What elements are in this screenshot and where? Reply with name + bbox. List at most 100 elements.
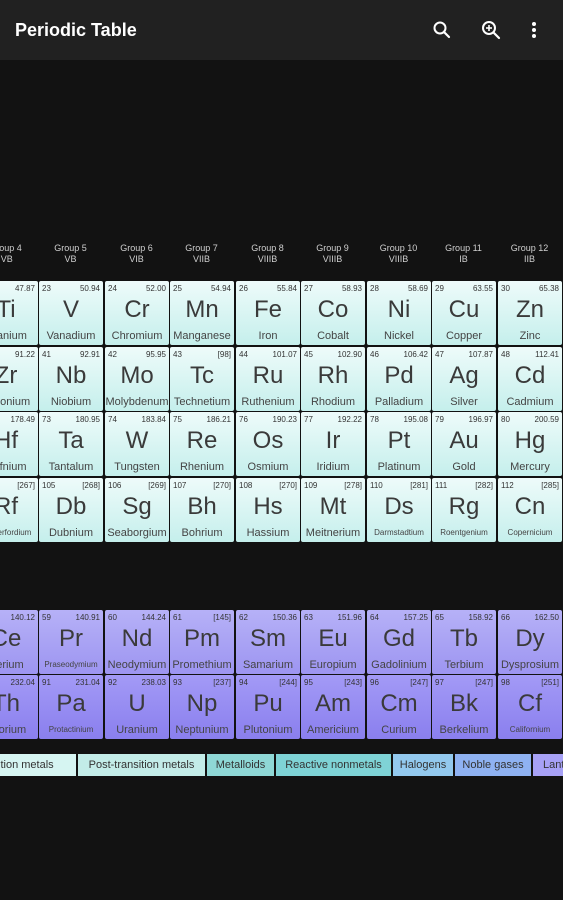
element-mass: [268] — [82, 481, 100, 490]
element-cell[interactable]: 63 151.96 Eu Europium — [301, 610, 365, 674]
element-cell[interactable]: 74 183.84 W Tungsten — [105, 412, 169, 476]
element-cell[interactable]: 94 [244] Pu Plutonium — [236, 675, 300, 739]
element-cell[interactable]: 66 162.50 Dy Dysprosium — [498, 610, 562, 674]
element-cell[interactable]: 41 92.91 Nb Niobium — [39, 347, 103, 411]
element-cell[interactable]: 73 180.95 Ta Tantalum — [39, 412, 103, 476]
element-mass: [278] — [344, 481, 362, 490]
element-cell[interactable]: 75 186.21 Re Rhenium — [170, 412, 234, 476]
element-cell[interactable]: 44 101.07 Ru Ruthenium — [236, 347, 300, 411]
element-mass: 47.87 — [14, 284, 35, 293]
element-name: Berkelium — [439, 724, 489, 736]
element-cell[interactable]: 23 50.94 V Vanadium — [39, 281, 103, 345]
element-cell[interactable]: 93 [237] Np Neptunium — [170, 675, 234, 739]
element-cell[interactable]: 106 [269] Sg Seaborgium — [105, 478, 169, 542]
element-name: Dubnium — [48, 527, 94, 539]
element-cell[interactable]: 42 95.95 Mo Molybdenum — [105, 347, 169, 411]
element-cell[interactable]: 46 106.42 Pd Palladium — [367, 347, 431, 411]
element-cell[interactable]: 105 [268] Db Dubnium — [39, 478, 103, 542]
element-cell[interactable]: 90232.04ThThorium — [0, 675, 38, 739]
zoom-in-icon[interactable] — [479, 18, 503, 42]
element-name: Copper — [445, 330, 483, 342]
element-cell[interactable]: 72178.49HfHafnium — [0, 412, 38, 476]
element-cell[interactable]: 27 58.93 Co Cobalt — [301, 281, 365, 345]
legend-item[interactable]: Lanthanides — [533, 754, 563, 776]
element-cell[interactable]: 112 [285] Cn Copernicium — [498, 478, 562, 542]
element-cell[interactable]: 98 [251] Cf Californium — [498, 675, 562, 739]
element-cell[interactable]: 30 65.38 Zn Zinc — [498, 281, 562, 345]
element-cell[interactable]: 62 150.36 Sm Samarium — [236, 610, 300, 674]
element-cell[interactable]: 25 54.94 Mn Manganese — [170, 281, 234, 345]
element-cell[interactable]: 108 [270] Hs Hassium — [236, 478, 300, 542]
element-cell[interactable]: 47 107.87 Ag Silver — [432, 347, 496, 411]
legend-item[interactable]: Reactive nonmetals — [276, 754, 391, 776]
element-cell[interactable]: 45 102.90 Rh Rhodium — [301, 347, 365, 411]
element-name: Bohrium — [181, 527, 223, 539]
element-cell[interactable]: 2247.87TiTitanium — [0, 281, 38, 345]
element-cell[interactable]: 28 58.69 Ni Nickel — [367, 281, 431, 345]
element-cell[interactable]: 111 [282] Rg Roentgenium — [432, 478, 496, 542]
element-mass: 107.87 — [468, 350, 493, 359]
element-symbol: Hf — [0, 427, 18, 454]
element-cell[interactable]: 4091.22ZrZirconium — [0, 347, 38, 411]
periodic-table-view[interactable]: Group 4IVBGroup 5VBGroup 6VIBGroup 7VIIB… — [0, 60, 563, 900]
legend-item[interactable]: Metalloids — [207, 754, 274, 776]
legend-item[interactable]: Halogens — [393, 754, 453, 776]
element-symbol: Zr — [0, 362, 18, 389]
element-symbol: Pu — [253, 690, 283, 717]
element-mass: [270] — [213, 481, 231, 490]
element-mass: 102.90 — [337, 350, 362, 359]
element-number: 95 — [304, 678, 313, 687]
element-cell[interactable]: 76 190.23 Os Osmium — [236, 412, 300, 476]
element-cell[interactable]: 91 231.04 Pa Protactinium — [39, 675, 103, 739]
element-mass: 178.49 — [10, 415, 35, 424]
element-mass: 52.00 — [145, 284, 166, 293]
element-cell[interactable]: 92 238.03 U Uranium — [105, 675, 169, 739]
element-cell[interactable]: 29 63.55 Cu Copper — [432, 281, 496, 345]
element-symbol: Cd — [514, 362, 546, 389]
legend-item[interactable]: Post-transition metals — [78, 754, 205, 776]
element-cell[interactable]: 80 200.59 Hg Mercury — [498, 412, 562, 476]
element-name: Osmium — [247, 461, 289, 473]
element-symbol: Th — [0, 690, 20, 717]
element-cell[interactable]: 104[267]RfRutherfordium — [0, 478, 38, 542]
element-cell[interactable]: 58140.12CeCerium — [0, 610, 38, 674]
element-cell[interactable]: 48 112.41 Cd Cadmium — [498, 347, 562, 411]
element-number: 59 — [42, 613, 51, 622]
element-name: Chromium — [111, 330, 163, 342]
group-subname: VIIIB — [322, 254, 343, 264]
legend-item[interactable]: Noble gases — [455, 754, 531, 776]
legend-item[interactable]: Transition metals — [0, 754, 76, 776]
element-cell[interactable]: 59 140.91 Pr Praseodymium — [39, 610, 103, 674]
element-mass: [243] — [344, 678, 362, 687]
element-cell[interactable]: 109 [278] Mt Meitnerium — [301, 478, 365, 542]
element-cell[interactable]: 107 [270] Bh Bohrium — [170, 478, 234, 542]
element-symbol: Co — [317, 296, 349, 323]
element-symbol: Fe — [253, 296, 282, 323]
element-mass: [251] — [541, 678, 559, 687]
group-header: Group 4IVB — [0, 243, 38, 265]
element-cell[interactable]: 24 52.00 Cr Chromium — [105, 281, 169, 345]
element-cell[interactable]: 60 144.24 Nd Neodymium — [105, 610, 169, 674]
element-symbol: Cf — [518, 690, 542, 717]
element-cell[interactable]: 43 [98] Tc Technetium — [170, 347, 234, 411]
element-cell[interactable]: 96 [247] Cm Curium — [367, 675, 431, 739]
element-symbol: Rg — [448, 493, 480, 520]
element-cell[interactable]: 77 192.22 Ir Iridium — [301, 412, 365, 476]
element-cell[interactable]: 79 196.97 Au Gold — [432, 412, 496, 476]
search-icon[interactable] — [430, 18, 454, 42]
element-cell[interactable]: 65 158.92 Tb Terbium — [432, 610, 496, 674]
element-cell[interactable]: 61 [145] Pm Promethium — [170, 610, 234, 674]
element-symbol: Mn — [185, 296, 219, 323]
element-mass: 238.03 — [141, 678, 166, 687]
more-vert-icon[interactable] — [522, 18, 546, 42]
element-cell[interactable]: 110 [281] Ds Darmstadtium — [367, 478, 431, 542]
element-mass: [285] — [541, 481, 559, 490]
element-cell[interactable]: 95 [243] Am Americium — [301, 675, 365, 739]
element-cell[interactable]: 26 55.84 Fe Iron — [236, 281, 300, 345]
element-cell[interactable]: 64 157.25 Gd Gadolinium — [367, 610, 431, 674]
element-cell[interactable]: 78 195.08 Pt Platinum — [367, 412, 431, 476]
element-name: Meitnerium — [305, 527, 361, 539]
element-mass: 140.12 — [10, 613, 35, 622]
element-name: Neodymium — [107, 659, 167, 671]
element-cell[interactable]: 97 [247] Bk Berkelium — [432, 675, 496, 739]
